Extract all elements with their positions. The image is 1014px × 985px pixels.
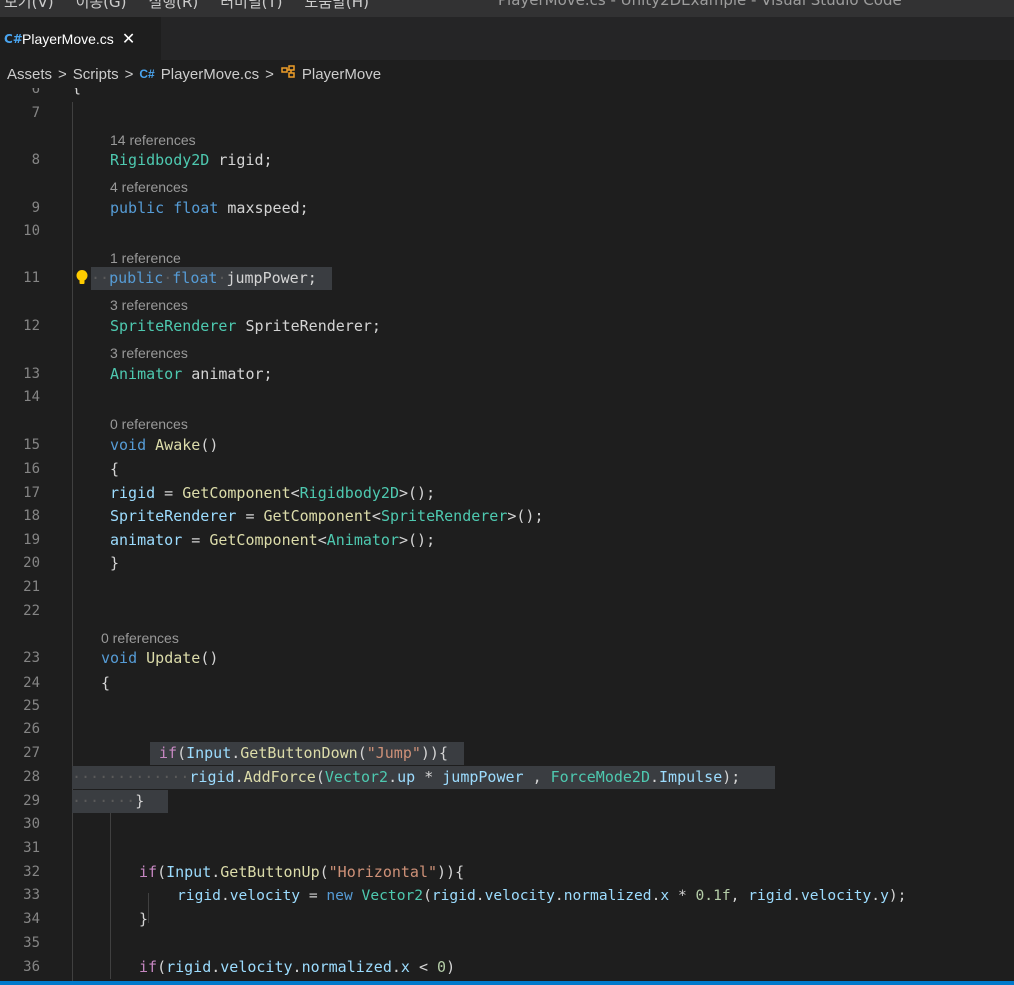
code-line-11[interactable]: ··public·float·jumpPower; bbox=[91, 267, 317, 290]
line-number: 23 bbox=[23, 650, 40, 666]
menu-item-terminal[interactable]: 터미널(T) bbox=[220, 0, 282, 11]
line-number: 34 bbox=[23, 911, 40, 927]
line-number: 17 bbox=[23, 485, 40, 501]
line-number: 28 bbox=[23, 769, 40, 785]
menu-bar: 보기(V) 이동(G) 실행(R) 터미널(T) 도움말(H) bbox=[4, 0, 369, 11]
line-number: 15 bbox=[23, 437, 40, 453]
line-number: 20 bbox=[23, 555, 40, 571]
code-line-19[interactable]: animator = GetComponent<Animator>(); bbox=[110, 529, 435, 552]
code-line-20[interactable]: } bbox=[110, 552, 119, 575]
close-icon[interactable]: ✕ bbox=[122, 30, 135, 47]
csharp-file-icon: C# bbox=[4, 31, 23, 46]
breadcrumb-file[interactable]: PlayerMove.cs bbox=[161, 66, 259, 83]
code-line-13[interactable]: Animator animator; bbox=[110, 363, 273, 386]
line-number: 11 bbox=[23, 270, 40, 286]
line-number: 18 bbox=[23, 508, 40, 524]
breadcrumb-assets[interactable]: Assets bbox=[7, 66, 52, 83]
tab-playermove[interactable]: C# PlayerMove.cs ✕ bbox=[0, 17, 161, 60]
window-title: PlayerMove.cs - Unity2DExample - Visual … bbox=[498, 0, 902, 9]
breadcrumb-class[interactable]: PlayerMove bbox=[302, 66, 381, 83]
status-bar bbox=[0, 981, 1014, 985]
tab-bar: C# PlayerMove.cs ✕ bbox=[0, 17, 1014, 60]
breadcrumb: Assets > Scripts > C# PlayerMove.cs > Pl… bbox=[0, 60, 1014, 88]
code-line-36[interactable]: if(rigid.velocity.normalized.x < 0) bbox=[139, 956, 455, 979]
code-lens-references[interactable]: 14 references bbox=[110, 131, 196, 149]
breadcrumb-separator: > bbox=[124, 65, 134, 83]
code-lens-references[interactable]: 3 references bbox=[110, 344, 188, 362]
code-line-28[interactable]: ·············rigid.AddForce(Vector2.up *… bbox=[72, 766, 740, 789]
code-line-12[interactable]: SpriteRenderer SpriteRenderer; bbox=[110, 315, 381, 338]
breadcrumb-scripts[interactable]: Scripts bbox=[73, 66, 119, 83]
line-number: 30 bbox=[23, 816, 40, 832]
line-number: 6 bbox=[31, 88, 40, 97]
indent-guide bbox=[72, 102, 73, 981]
tab-label: PlayerMove.cs bbox=[22, 30, 114, 47]
code-line-9[interactable]: public float maxspeed; bbox=[110, 197, 309, 220]
line-number: 36 bbox=[23, 959, 40, 975]
menu-item-run[interactable]: 실행(R) bbox=[149, 0, 199, 11]
line-number: 9 bbox=[31, 200, 40, 216]
code-lens-references[interactable]: 4 references bbox=[110, 178, 188, 196]
line-number: 12 bbox=[23, 318, 40, 334]
line-number: 7 bbox=[31, 105, 40, 121]
line-number: 21 bbox=[23, 579, 40, 595]
csharp-file-icon: C# bbox=[139, 67, 155, 81]
code-line-16[interactable]: { bbox=[110, 458, 119, 481]
line-number: 29 bbox=[23, 793, 40, 809]
line-number: 33 bbox=[23, 887, 40, 903]
line-number: 27 bbox=[23, 745, 40, 761]
line-number: 32 bbox=[23, 864, 40, 880]
line-number: 13 bbox=[23, 366, 40, 382]
code-line-8[interactable]: Rigidbody2D rigid; bbox=[110, 149, 273, 172]
line-number: 35 bbox=[23, 935, 40, 951]
class-icon bbox=[280, 65, 296, 83]
code-lens-references[interactable]: 0 references bbox=[110, 415, 188, 433]
line-number: 16 bbox=[23, 461, 40, 477]
code-line-29[interactable]: ·······} bbox=[72, 790, 144, 813]
code-lens-references[interactable]: 1 reference bbox=[110, 249, 181, 267]
code-line-24[interactable]: { bbox=[101, 672, 110, 695]
code-line-18[interactable]: SpriteRenderer = GetComponent<SpriteRend… bbox=[110, 505, 544, 528]
breadcrumb-separator: > bbox=[58, 65, 67, 83]
code-line-6[interactable]: { bbox=[72, 88, 81, 99]
code-lens-references[interactable]: 0 references bbox=[101, 629, 179, 647]
title-bar: 보기(V) 이동(G) 실행(R) 터미널(T) 도움말(H) PlayerMo… bbox=[0, 0, 1014, 17]
indent-guide bbox=[148, 893, 149, 923]
line-number: 8 bbox=[31, 152, 40, 168]
code-line-33[interactable]: rigid.velocity = new Vector2(rigid.veloc… bbox=[177, 884, 906, 907]
breadcrumb-separator: > bbox=[265, 65, 274, 83]
line-number: 10 bbox=[23, 223, 40, 239]
menu-item-view[interactable]: 보기(V) bbox=[4, 0, 54, 11]
code-lens-references[interactable]: 3 references bbox=[110, 296, 188, 314]
menu-item-help[interactable]: 도움말(H) bbox=[305, 0, 369, 11]
code-line-34[interactable]: } bbox=[139, 908, 148, 931]
code-line-27[interactable]: if(Input.GetButtonDown("Jump")){ bbox=[159, 742, 448, 765]
line-number: 26 bbox=[23, 721, 40, 737]
lightbulb-icon[interactable] bbox=[75, 269, 91, 287]
line-number: 22 bbox=[23, 603, 40, 619]
code-line-17[interactable]: rigid = GetComponent<Rigidbody2D>(); bbox=[110, 482, 435, 505]
line-number: 24 bbox=[23, 675, 40, 691]
line-number: 19 bbox=[23, 532, 40, 548]
indent-guide bbox=[110, 799, 111, 979]
line-number: 31 bbox=[23, 840, 40, 856]
code-line-23[interactable]: void Update() bbox=[101, 647, 218, 670]
code-line-15[interactable]: void Awake() bbox=[110, 434, 218, 457]
code-line-32[interactable]: if(Input.GetButtonUp("Horizontal")){ bbox=[139, 861, 464, 884]
code-editor[interactable]: 6 7 8 9 10 11 12 13 14 15 16 17 18 19 20… bbox=[0, 88, 1014, 981]
line-number: 14 bbox=[23, 389, 40, 405]
line-number: 25 bbox=[23, 698, 40, 714]
menu-item-go[interactable]: 이동(G) bbox=[76, 0, 127, 11]
